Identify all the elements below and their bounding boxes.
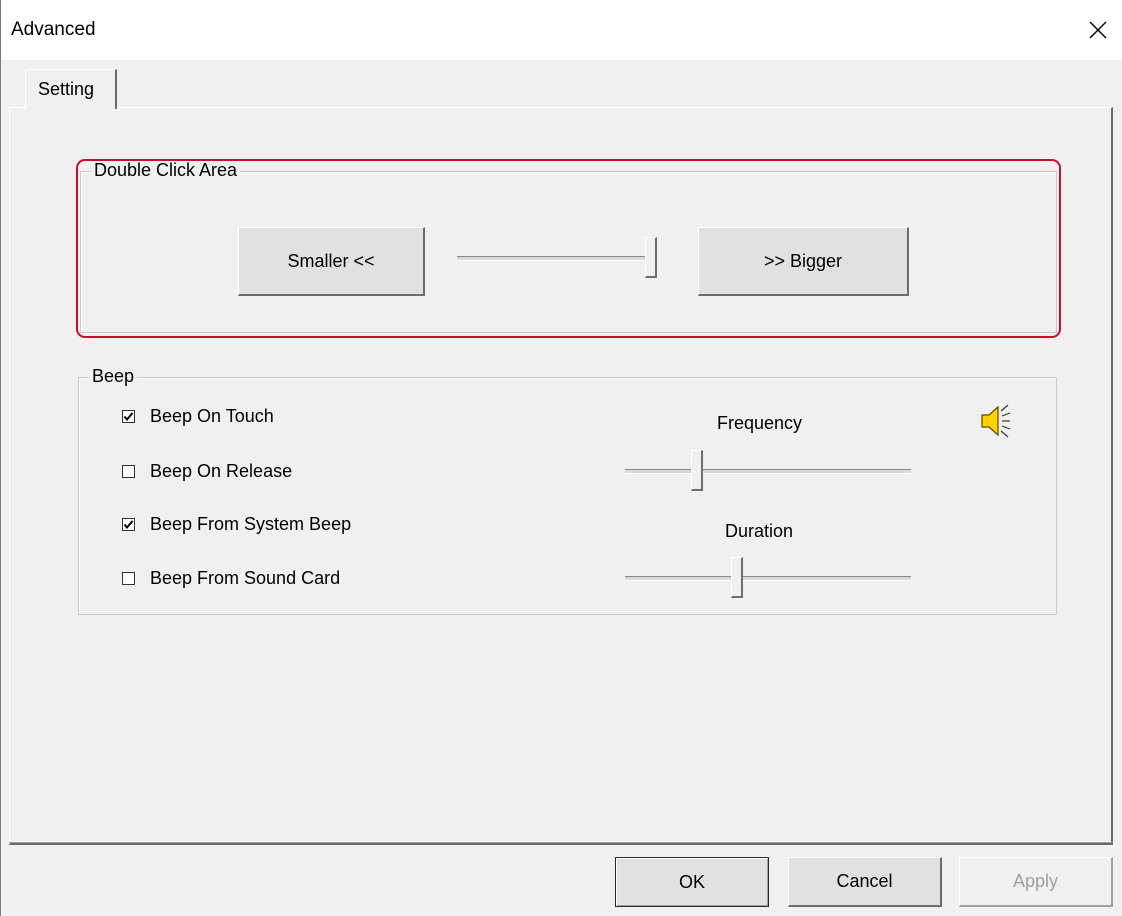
frequency-slider-track xyxy=(625,468,911,474)
frequency-label: Frequency xyxy=(717,413,803,433)
window-title: Advanced xyxy=(11,19,96,40)
double-click-area-slider-thumb[interactable] xyxy=(645,237,657,278)
duration-slider-track xyxy=(625,575,911,581)
beep-from-system-beep-checkbox[interactable] xyxy=(122,518,135,531)
beep-on-touch-option[interactable]: Beep On Touch xyxy=(122,406,274,427)
smaller-button[interactable]: Smaller << xyxy=(238,227,425,296)
ok-button-label: OK xyxy=(678,871,705,892)
double-click-area-title: Double Click Area xyxy=(91,160,241,181)
cancel-button-label: Cancel xyxy=(836,871,893,891)
double-click-area-slider[interactable] xyxy=(457,237,657,278)
beep-from-sound-card-checkbox[interactable] xyxy=(122,572,135,585)
beep-from-system-beep-label: Beep From System Beep xyxy=(150,514,352,534)
bigger-button-label: >> Bigger xyxy=(763,250,843,271)
close-button[interactable] xyxy=(1073,0,1122,60)
duration-label: Duration xyxy=(725,521,794,541)
footer-separator xyxy=(9,842,1113,843)
double-click-area-slider-track xyxy=(457,255,657,261)
beep-on-release-checkbox[interactable] xyxy=(122,465,135,478)
duration-slider[interactable] xyxy=(625,557,911,598)
beep-on-touch-checkbox[interactable] xyxy=(122,410,135,423)
title-bar: Advanced xyxy=(1,0,1122,60)
speaker-icon[interactable] xyxy=(979,401,1011,441)
beep-on-release-option[interactable]: Beep On Release xyxy=(122,461,292,482)
beep-from-sound-card-option[interactable]: Beep From Sound Card xyxy=(122,568,340,589)
frequency-slider-thumb[interactable] xyxy=(690,450,703,491)
beep-from-sound-card-label: Beep From Sound Card xyxy=(150,568,341,588)
smaller-button-label: Smaller << xyxy=(287,250,375,271)
beep-on-release-label: Beep On Release xyxy=(150,461,293,481)
beep-from-system-beep-option[interactable]: Beep From System Beep xyxy=(122,514,351,535)
bigger-button[interactable]: >> Bigger xyxy=(698,227,909,296)
beep-group-title: Beep xyxy=(89,366,138,387)
ok-button[interactable]: OK xyxy=(615,857,769,907)
tab-setting-label: Setting xyxy=(38,79,95,99)
beep-on-touch-label: Beep On Touch xyxy=(150,406,274,426)
apply-button-label: Apply xyxy=(1012,871,1059,891)
advanced-dialog: Advanced Setting Double Click Area Small… xyxy=(0,0,1122,916)
duration-slider-thumb[interactable] xyxy=(730,557,743,598)
cancel-button[interactable]: Cancel xyxy=(788,857,942,907)
tab-setting[interactable]: Setting xyxy=(25,69,117,109)
close-icon xyxy=(1089,21,1107,39)
apply-button[interactable]: Apply xyxy=(959,857,1113,907)
frequency-slider[interactable] xyxy=(625,450,911,491)
